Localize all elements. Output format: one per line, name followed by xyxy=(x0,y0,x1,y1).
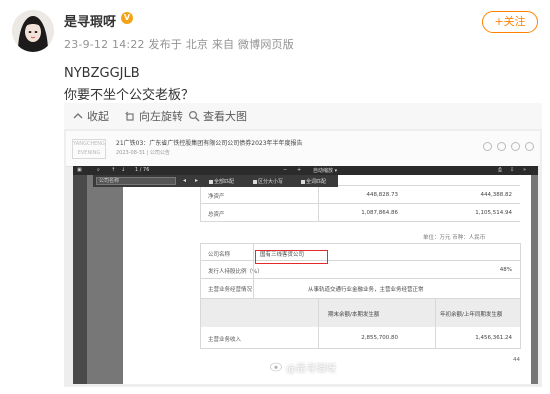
find-prev-icon[interactable]: ◂ xyxy=(183,177,186,184)
search-icon: ⌕ xyxy=(97,167,100,173)
table-divider xyxy=(520,243,521,349)
document-header: YANGCHENG EVENING 21广铁03：广东省广铁控股集团有限公司公司… xyxy=(66,131,540,167)
watermark: @是寻瑕呀 xyxy=(286,364,336,375)
username[interactable]: 是寻瑕呀 xyxy=(64,11,116,30)
match-all-option[interactable]: 全部匹配 xyxy=(209,178,234,185)
more-tools-icon: » xyxy=(523,167,527,173)
post-image[interactable]: YANGCHENG EVENING 21广铁03：广东省广铁控股集团有限公司公司… xyxy=(64,129,542,387)
weibo-logo-icon xyxy=(270,362,282,372)
document-subtitle: 2023-08-31 | 公司公告 xyxy=(116,150,170,156)
table-row: 净资产 448,828.73 444,388.82 xyxy=(200,186,520,204)
row-label: 总资产 xyxy=(208,212,225,218)
page-number: 44 xyxy=(513,357,520,363)
collapse-label: 收起 xyxy=(87,110,109,123)
zoom-icon xyxy=(188,110,200,122)
table-divider xyxy=(318,299,319,349)
like-icon xyxy=(497,142,506,151)
unit-note: 单位：万元 币种：人民币 xyxy=(423,235,486,241)
holding-label: 发行人持股比例（%） xyxy=(208,269,263,275)
view-large-label: 查看大图 xyxy=(203,110,247,123)
print-icon: ⎙ xyxy=(498,167,503,173)
table-row: 总资产 1,087,864.86 1,105,514.94 xyxy=(200,204,520,222)
revenue-prev: 1,456,361.24 xyxy=(475,335,512,341)
save-icon: ⇩ xyxy=(510,167,515,173)
follow-button[interactable]: +关注 xyxy=(482,11,538,33)
business-value: 从事轨道交通行业金融业务，主营业务经营正常 xyxy=(308,287,424,293)
business-label: 主营业务经营情况 xyxy=(208,287,253,293)
row-label: 净资产 xyxy=(208,194,225,200)
document-title: 21广铁03：广东省广铁控股集团有限公司公司债券2023年半年度报告 xyxy=(116,140,303,147)
row-value: 448,828.73 xyxy=(366,192,399,198)
match-case-option[interactable]: 区分大小写 xyxy=(253,178,283,185)
image-action-bar: 收起 向左旋转 查看大图 xyxy=(64,103,542,129)
more-icon xyxy=(525,142,534,151)
share-icon xyxy=(483,142,492,151)
rotate-left-label: 向左旋转 xyxy=(139,110,183,123)
table-row: 主营业务收入 2,855,700.80 1,456,361.24 xyxy=(200,327,520,349)
table-row: 发行人持股比例（%） 48% xyxy=(200,261,520,279)
rotate-left-button[interactable]: 向左旋转 xyxy=(124,103,183,129)
pdf-page: 净资产 448,828.73 444,388.82 总资产 1,087,864.… xyxy=(123,175,531,384)
sidebar-toggle-icon: ▣ xyxy=(77,167,82,173)
find-bar: 公司名称 ◂ ▸ 全部匹配 区分大小写 全词匹配 xyxy=(93,175,338,187)
up-arrow-icon: ↑ xyxy=(111,167,116,173)
avatar[interactable] xyxy=(12,10,54,52)
table-divider xyxy=(200,243,201,349)
table-row: 公司名称 国有三线客货公司 xyxy=(200,243,520,261)
zoom-level: 自动缩放 ▾ xyxy=(313,168,338,174)
find-input[interactable]: 公司名称 xyxy=(96,177,176,185)
table-row: 主营业务经营情况 从事轨道交通行业金融业务，主营业务经营正常 xyxy=(200,279,520,299)
find-next-icon[interactable]: ▸ xyxy=(195,177,198,184)
collapse-icon xyxy=(73,113,83,119)
row-value: 444,388.82 xyxy=(480,192,513,198)
column-header: 年初余额/上年同期发生额 xyxy=(440,312,503,318)
row-value: 1,087,864.86 xyxy=(361,210,398,216)
post-meta: 23-9-12 14:22 发布于 北京 来自 微博网页版 xyxy=(64,38,294,51)
zoom-out-icon: − xyxy=(283,167,288,173)
pdf-viewer: ▣ ⌕ ↑ ↓ 1 / 76 − + 自动缩放 ▾ ⎙ ⇩ » 净资产 448,… xyxy=(73,166,538,384)
document-actions xyxy=(483,142,534,151)
revenue-this: 2,855,700.80 xyxy=(361,335,398,341)
table-divider xyxy=(435,299,436,349)
column-header: 期末余额/本期发生额 xyxy=(328,312,380,318)
download-icon xyxy=(511,142,520,151)
revenue-label: 主营业务收入 xyxy=(208,337,242,343)
publisher-logo: YANGCHENG EVENING xyxy=(72,139,106,159)
rotate-left-icon xyxy=(125,111,134,121)
row-value: 1,105,514.94 xyxy=(475,210,512,216)
view-large-button[interactable]: 查看大图 xyxy=(188,103,247,129)
post-text-line: 你要不坐个公交老板？ xyxy=(64,88,195,103)
page-indicator: 1 / 76 xyxy=(135,167,150,173)
whole-word-option[interactable]: 全词匹配 xyxy=(301,178,326,185)
down-arrow-icon: ↓ xyxy=(121,167,126,173)
holding-value: 48% xyxy=(499,267,512,273)
table-divider xyxy=(253,243,254,299)
collapse-image-button[interactable]: 收起 xyxy=(72,103,109,129)
post-text-line: NYBZGGJLB xyxy=(64,66,140,81)
zoom-in-icon: + xyxy=(297,167,302,173)
pdf-toolbar: ▣ ⌕ ↑ ↓ 1 / 76 − + 自动缩放 ▾ ⎙ ⇩ » xyxy=(73,166,538,175)
vip-badge-icon: V xyxy=(121,12,133,24)
pdf-sidebar xyxy=(73,175,87,384)
avatar-image xyxy=(12,10,54,52)
table-header-band: 期末余额/本期发生额 年初余额/上年同期发生额 xyxy=(200,299,520,327)
company-label: 公司名称 xyxy=(208,252,231,258)
